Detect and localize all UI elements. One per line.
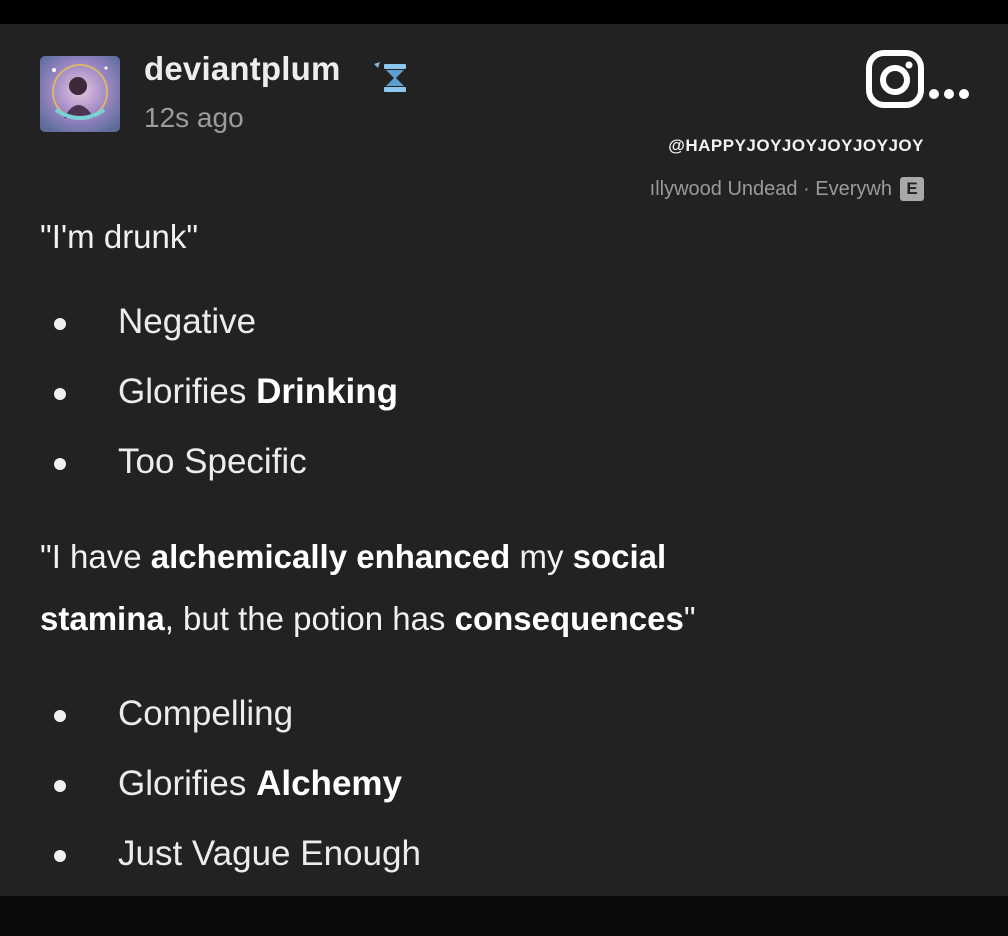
list-item-text: Negative xyxy=(118,302,256,342)
instagram-icon[interactable] xyxy=(864,48,926,110)
bullet-icon xyxy=(54,458,66,470)
watermark-handle: @HAPPYJOYJOYJOYJOYJOY xyxy=(668,136,924,155)
list-item-plain: Just Vague Enough xyxy=(118,834,421,873)
music-label[interactable]: ıllywood Undead · Everywh E xyxy=(650,174,924,204)
bullet-icon xyxy=(54,388,66,400)
quote-drunk: "I'm drunk" xyxy=(40,218,199,255)
hourglass-badge-icon[interactable] xyxy=(370,58,416,98)
avatar-image xyxy=(40,56,120,132)
list-item-plain: Glorifies xyxy=(118,372,257,411)
list-item-text: Too Specific xyxy=(118,442,307,482)
list-item-plain: Negative xyxy=(118,302,257,341)
quote-text: my xyxy=(510,538,573,575)
list-item-bold: Drinking xyxy=(256,372,399,411)
quote-emphasis: consequences xyxy=(454,600,684,637)
quote-text: " xyxy=(683,600,696,637)
list-item-bold: Alchemy xyxy=(256,764,402,803)
bullet-icon xyxy=(54,318,66,330)
list-item-plain: Too Specific xyxy=(118,442,307,481)
quote-text: "I have xyxy=(40,538,151,575)
quote-emphasis: social xyxy=(572,538,667,575)
bottom-bar xyxy=(0,896,1008,936)
quote-emphasis: stamina xyxy=(40,600,165,637)
avatar[interactable] xyxy=(40,56,120,132)
music-track-text: ıllywood Undead · Everywh xyxy=(649,177,892,200)
bullet-icon xyxy=(54,780,66,792)
explicit-badge: E xyxy=(900,177,924,201)
list-item-plain: Compelling xyxy=(118,694,294,733)
quote-alchemy: "I have alchemically enhanced my social s… xyxy=(40,526,696,650)
bullet-icon xyxy=(54,850,66,862)
list-item-text: Glorifies Alchemy xyxy=(118,764,402,804)
list-item-text: Glorifies Drinking xyxy=(118,372,398,412)
bullet-icon xyxy=(54,710,66,722)
quote-emphasis: alchemically enhanced xyxy=(150,538,511,575)
more-icon[interactable] xyxy=(926,86,972,102)
username[interactable]: deviantplum xyxy=(144,50,341,88)
post-card: deviantplum 12s ago @HAPPYJOYJOYJOYJOYJO… xyxy=(0,24,1008,896)
list-item-text: Just Vague Enough xyxy=(118,834,421,874)
quote-text: , but the potion has xyxy=(164,600,455,637)
list-item-plain: Glorifies xyxy=(118,764,257,803)
post-timestamp: 12s ago xyxy=(144,102,244,133)
list-item-text: Compelling xyxy=(118,694,293,734)
